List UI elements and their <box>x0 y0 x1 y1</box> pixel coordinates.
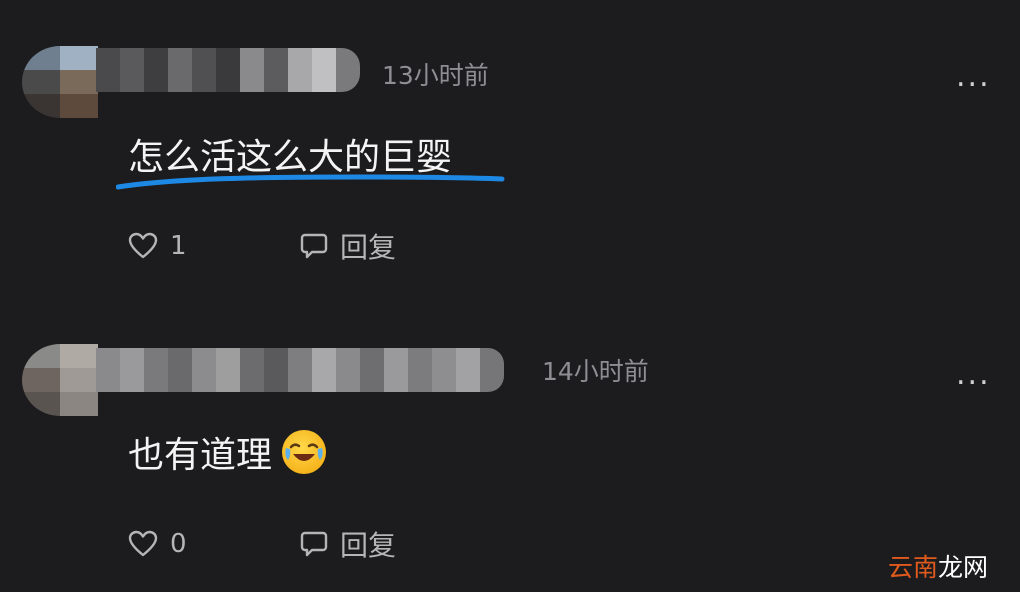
like-button[interactable]: 1 <box>128 231 300 261</box>
avatar[interactable] <box>22 46 98 118</box>
comment-text: 也有道理 <box>128 435 273 476</box>
highlight-underline <box>116 174 505 190</box>
avatar[interactable] <box>22 344 98 416</box>
laughing-crying-emoji-icon <box>282 430 327 474</box>
watermark: 云南龙网 <box>888 548 988 584</box>
comment-actions: 1 回复 <box>128 226 396 266</box>
reply-button[interactable]: 回复 <box>300 226 396 266</box>
comment-text-row: 也有道理 <box>128 426 327 478</box>
reply-button[interactable]: 回复 <box>300 524 396 564</box>
username-blurred[interactable] <box>96 348 504 392</box>
watermark-part-1: 云南 <box>888 553 939 582</box>
like-count: 0 <box>170 529 187 559</box>
like-count: 1 <box>170 231 187 261</box>
comment-bubble-icon <box>300 233 328 259</box>
heart-icon <box>128 232 158 259</box>
heart-icon <box>128 530 158 557</box>
comment-timestamp: 14小时前 <box>542 357 649 386</box>
like-button[interactable]: 0 <box>128 529 300 559</box>
reply-label: 回复 <box>340 231 397 264</box>
watermark-part-2: 龙网 <box>938 553 989 582</box>
username-blurred[interactable] <box>96 48 360 92</box>
more-options-icon[interactable]: ... <box>956 62 991 92</box>
comment-timestamp: 13小时前 <box>382 61 489 90</box>
comment-bubble-icon <box>300 531 328 557</box>
reply-label: 回复 <box>340 529 397 562</box>
comment-actions: 0 回复 <box>128 524 396 564</box>
more-options-icon[interactable]: ... <box>956 360 991 390</box>
